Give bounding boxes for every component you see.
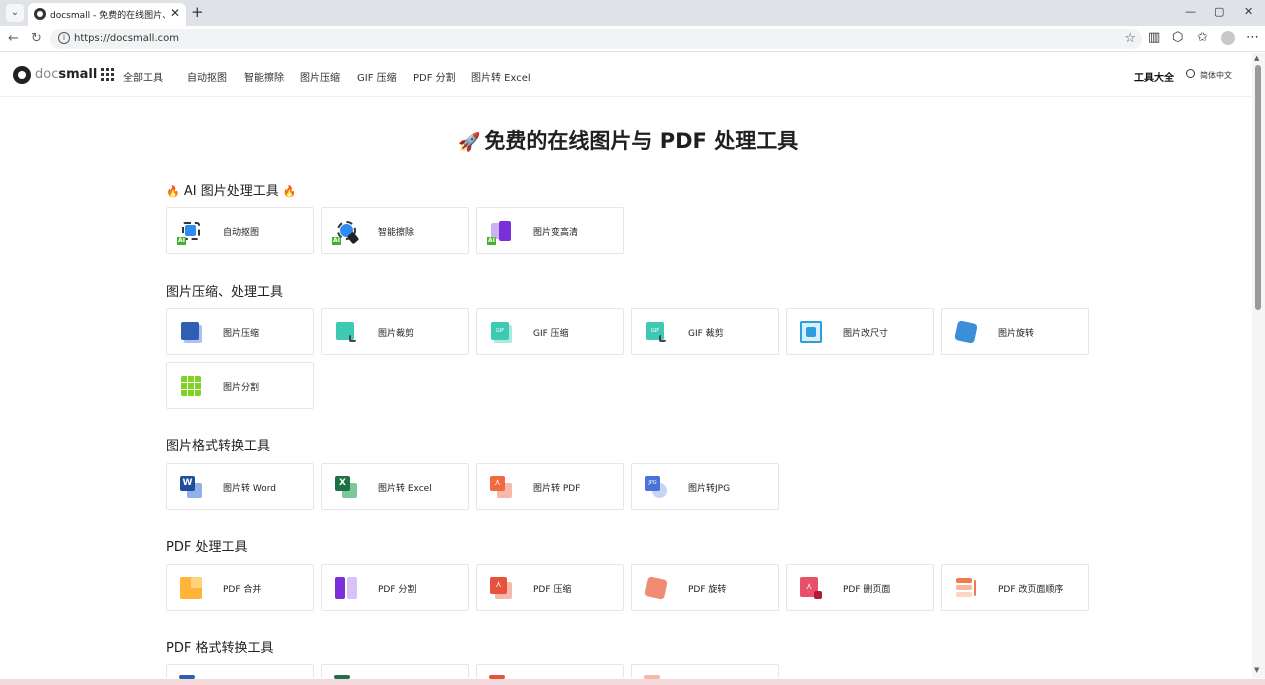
refresh-icon[interactable]: ↻ [31,31,42,46]
browser-toolbar: ← ↻ i https://docsmall.com ☆ ▥ ⬡ ✩ ⋯ [0,26,1265,52]
apps-grid-icon[interactable] [101,68,114,81]
pdf-reorder-icon [954,576,978,600]
nav-pdf-split[interactable]: PDF 分割 [413,69,456,84]
site-logo[interactable]: docsmall [35,67,97,82]
gif-compress-icon: GIF [489,320,513,344]
pdf-icon: ⋏ [489,475,513,499]
page-scrollbar[interactable]: ▲ ▼ [1252,53,1265,678]
tool-card-image-compress[interactable]: 图片压缩 [166,308,314,355]
image-split-icon [179,374,203,398]
nav-image-to-excel[interactable]: 图片转 Excel [471,69,531,84]
site-info-icon[interactable]: i [58,32,70,44]
tool-card-partial[interactable] [321,664,469,679]
favorites-icon[interactable]: ✩ [1197,30,1208,45]
restore-button[interactable]: ▢ [1214,5,1224,18]
docsmall-logo-icon[interactable] [13,66,31,84]
taskbar-edge [0,679,1265,685]
section-title-ai: 🔥 AI 图片处理工具 🔥 [166,184,297,199]
browser-tab-active[interactable]: docsmall - 免费的在线图片、PDF处 ✕ [28,3,186,26]
browser-tabstrip: ⌄ docsmall - 免费的在线图片、PDF处 ✕ + — ▢ ✕ [0,0,1265,26]
tool-card-pdf-delete-pages[interactable]: ⋏ PDF 删页面 [786,564,934,611]
rocket-icon: 🚀 [458,132,481,153]
tool-card-image-rotate[interactable]: 图片旋转 [941,308,1089,355]
gif-crop-icon: GIF [644,320,668,344]
tab-close-icon[interactable]: ✕ [170,6,180,20]
image-compress-icon [179,320,203,344]
tool-card-enhance[interactable]: AI 图片变高清 [476,207,624,254]
tool-card-pdf-merge[interactable]: PDF 合并 [166,564,314,611]
scroll-up-icon[interactable]: ▲ [1254,54,1259,62]
more-menu-icon[interactable]: ⋯ [1246,30,1259,45]
excel-icon: X [334,475,358,499]
smart-erase-icon: AI [332,219,360,245]
tool-card-image-split[interactable]: 图片分割 [166,362,314,409]
tool-card-image-crop[interactable]: 图片裁剪 [321,308,469,355]
new-tab-button[interactable]: + [191,3,204,21]
tab-list-button[interactable]: ⌄ [6,4,24,22]
section-title-pdf: PDF 处理工具 [166,540,248,555]
tool-card-gif-crop[interactable]: GIF GIF 裁剪 [631,308,779,355]
tool-card-partial[interactable] [166,664,314,679]
address-bar[interactable]: i https://docsmall.com ☆ [50,29,1142,49]
tool-card-auto-cutout[interactable]: AI 自动抠图 [166,207,314,254]
nav-gif-compress[interactable]: GIF 压缩 [357,69,397,84]
back-arrow-icon[interactable]: ← [8,31,19,46]
nav-tools-directory[interactable]: 工具大全 [1134,69,1174,84]
reading-mode-icon[interactable]: ▥ [1148,30,1160,45]
page-title: 🚀 免费的在线图片与 PDF 处理工具 [458,129,799,153]
pdf-rotate-icon [644,576,668,600]
globe-icon[interactable] [1186,69,1195,78]
tool-card-image-to-excel[interactable]: X 图片转 Excel [321,463,469,510]
site-header: docsmall 全部工具 自动抠图 智能擦除 图片压缩 GIF 压缩 PDF … [0,53,1251,97]
section-title-convert: 图片格式转换工具 [166,439,271,454]
language-selector[interactable]: 简体中文 [1200,70,1232,81]
tool-card-pdf-compress[interactable]: ⋏ PDF 压缩 [476,564,624,611]
image-crop-icon [334,320,358,344]
nav-image-compress[interactable]: 图片压缩 [300,69,340,84]
pdf-compress-icon: ⋏ [489,576,513,600]
minimize-button[interactable]: — [1185,5,1196,18]
image-enhance-icon: AI [487,219,513,245]
tool-card-image-to-word[interactable]: W 图片转 Word [166,463,314,510]
image-resize-icon [799,320,823,344]
tool-card-smart-erase[interactable]: AI 智能擦除 [321,207,469,254]
pdf-split-icon [334,576,358,600]
docsmall-favicon-icon [34,8,46,20]
fire-icon: 🔥 [282,185,297,198]
pdf-delete-pages-icon: ⋏ [799,576,823,600]
fire-icon: 🔥 [166,185,180,198]
tool-card-partial[interactable] [476,664,624,679]
tool-card-pdf-split[interactable]: PDF 分割 [321,564,469,611]
nav-all-tools[interactable]: 全部工具 [123,69,163,84]
nav-smart-erase[interactable]: 智能擦除 [244,69,284,84]
tool-card-gif-compress[interactable]: GIF GIF 压缩 [476,308,624,355]
tool-card-image-to-pdf[interactable]: ⋏ 图片转 PDF [476,463,624,510]
scroll-down-icon[interactable]: ▼ [1254,666,1259,674]
scrollbar-thumb[interactable] [1255,65,1261,310]
url-text[interactable]: https://docsmall.com [74,33,179,44]
nav-auto-cutout[interactable]: 自动抠图 [187,69,227,84]
tool-card-partial[interactable] [631,664,779,679]
profile-avatar-icon[interactable] [1221,31,1235,45]
extensions-icon[interactable]: ⬡ [1172,30,1183,45]
pdf-merge-icon [179,576,203,600]
word-icon: W [179,475,203,499]
tool-card-image-to-jpg[interactable]: JPG 图片转JPG [631,463,779,510]
window-close-button[interactable]: ✕ [1244,5,1253,18]
tool-card-image-resize[interactable]: 图片改尺寸 [786,308,934,355]
auto-cutout-icon: AI [177,219,203,245]
image-rotate-icon [954,320,978,344]
tab-title: docsmall - 免费的在线图片、PDF处 [50,11,168,21]
jpg-icon: JPG [644,475,668,499]
tool-card-pdf-reorder[interactable]: PDF 改页面顺序 [941,564,1089,611]
section-title-pdf-convert: PDF 格式转换工具 [166,641,274,656]
bookmark-star-icon[interactable]: ☆ [1124,31,1136,46]
section-title-image-tools: 图片压缩、处理工具 [166,285,284,300]
tool-card-pdf-rotate[interactable]: PDF 旋转 [631,564,779,611]
